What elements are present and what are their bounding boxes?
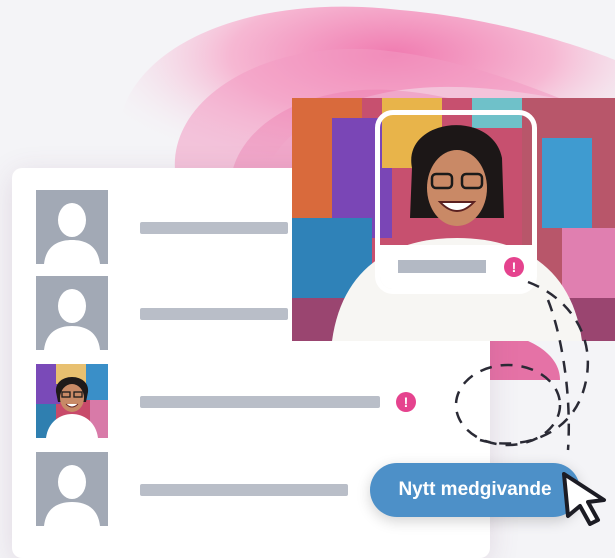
person-silhouette-icon [44,465,100,526]
person-silhouette-icon [44,289,100,350]
name-placeholder-line [140,222,288,234]
exclamation-icon: ! [504,257,524,277]
name-placeholder-line [140,484,348,496]
mouse-pointer-icon [562,472,606,526]
person-silhouette-icon [44,203,100,264]
name-placeholder-line [140,396,380,408]
new-consent-button[interactable]: Nytt medgivande [370,463,580,517]
profile-card-footer: ! [380,245,532,289]
person-photo-icon [36,364,108,438]
placeholder-avatar [36,452,108,526]
list-item[interactable]: ! [36,364,476,438]
placeholder-avatar [36,190,108,264]
name-placeholder-line [140,308,288,320]
placeholder-avatar [36,276,108,350]
name-placeholder-line [398,260,486,273]
profile-card: ! [375,110,537,294]
profile-photo-thumbnail [36,364,108,438]
exclamation-icon: ! [396,392,416,412]
